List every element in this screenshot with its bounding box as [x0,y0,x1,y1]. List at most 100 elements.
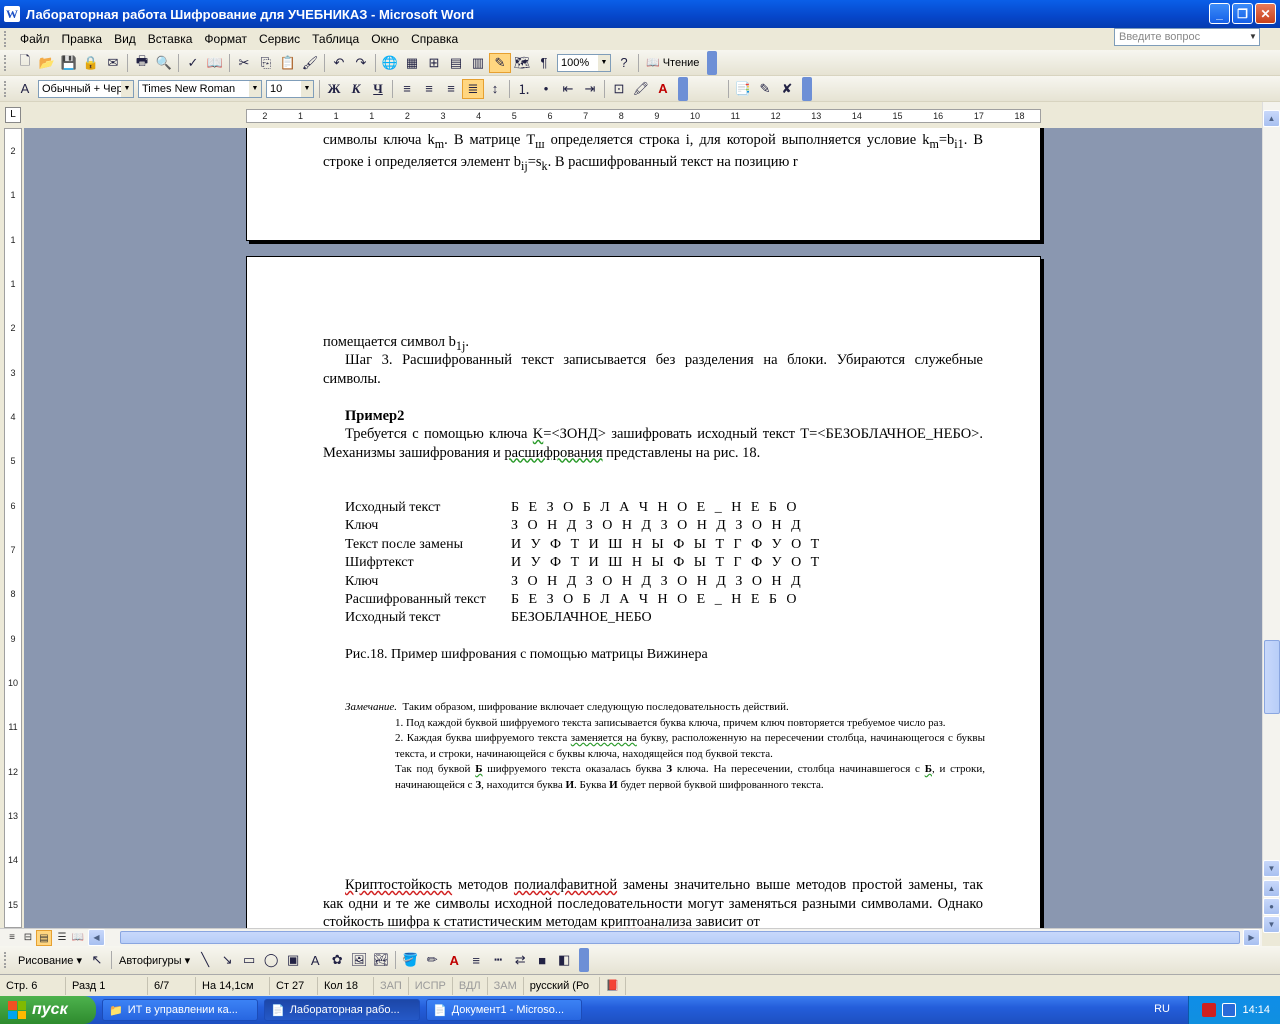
numbering-icon[interactable]: ⒈ [513,79,535,99]
oval-icon[interactable]: ◯ [260,950,282,970]
document-map-icon[interactable]: 🗺 [511,53,533,73]
open-folder-icon[interactable]: 📂 [36,53,58,73]
tables-borders-icon[interactable]: ▦ [401,53,423,73]
zoom-select[interactable]: 100% ▼ [557,53,611,72]
taskbar-item-active[interactable]: 📄 Лабораторная рабо... [264,999,420,1021]
menu-edit[interactable]: Правка [56,30,109,48]
print-preview-icon[interactable]: 🔍 [153,53,175,73]
taskbar-item[interactable]: 📁 ИТ в управлении ка... [102,999,258,1021]
scroll-up-icon[interactable]: ▲ [1263,110,1280,127]
web-view-icon[interactable]: ⊟ [20,930,36,946]
highlight-icon[interactable]: 🖍 [630,79,652,99]
textbox-icon[interactable]: ▣ [282,950,304,970]
toolbar-options-icon[interactable] [678,76,688,101]
antivirus-icon[interactable] [1202,1003,1217,1017]
spelling-icon[interactable]: ✓ [182,53,204,73]
paste-icon[interactable]: 📋 [277,53,299,73]
vertical-scrollbar[interactable]: ▲ ▼ ▲ ● ▼ [1262,102,1280,933]
figure-caption[interactable]: Рис.18. Пример шифрования с помощью матр… [345,647,708,663]
clock[interactable]: 14:14 [1242,1004,1270,1016]
reading-view-icon[interactable]: 📖 [70,930,86,946]
word-app-icon[interactable]: W [4,6,20,22]
undo-icon[interactable]: ↶ [328,53,350,73]
paragraph-step3[interactable]: Шаг 3. Расшифрованный текст записывается… [323,351,983,388]
dash-style-icon[interactable]: ┅ [487,950,509,970]
close-button[interactable]: ✕ [1255,3,1276,24]
scroll-thumb[interactable] [1264,640,1280,714]
taskbar-item[interactable]: 📄 Документ1 - Microso... [426,999,582,1021]
research-icon[interactable]: 📖 [204,53,226,73]
styles-icon[interactable]: A [14,79,36,99]
horizontal-scroll-thumb[interactable] [120,931,1240,944]
save-icon[interactable]: 💾 [58,53,80,73]
line-icon[interactable]: ╲ [194,950,216,970]
menu-insert[interactable]: Вставка [142,30,199,48]
chevron-down-icon[interactable]: ▼ [249,80,261,97]
menu-grip[interactable] [4,31,8,47]
decrease-indent-icon[interactable]: ⇤ [557,79,579,99]
page-previous[interactable]: символы ключа km. В матрице Tш определяе… [246,128,1041,241]
email-icon[interactable]: ✉ [102,53,124,73]
arrow-style-icon[interactable]: ⇄ [509,950,531,970]
page-current[interactable]: помещается символ b1j. Шаг 3. Расшифрова… [246,256,1041,928]
copy-icon[interactable]: ⎘ [255,53,277,73]
line-spacing-icon[interactable]: ↕ [484,79,506,99]
track-changes-icon[interactable]: ✎ [754,79,776,99]
menu-table[interactable]: Таблица [306,30,365,48]
paragraph-cryptostrength[interactable]: Криптостойкость методов полиалфавитной з… [323,876,983,928]
font-select[interactable]: Times New Roman ▼ [138,79,262,98]
insert-excel-icon[interactable]: ▤ [445,53,467,73]
ask-question-input[interactable]: Введите вопрос [1114,28,1260,46]
permission-icon[interactable]: 🔒 [80,53,102,73]
toolbar-options-icon[interactable] [707,50,718,75]
start-button[interactable]: пуск [0,996,96,1024]
menu-file[interactable]: Файл [14,30,56,48]
clipart-icon[interactable]: 🖼 [348,950,370,970]
new-document-icon[interactable]: 🗋 [14,53,36,73]
wordart-icon[interactable]: A [304,950,326,970]
font-color-icon[interactable]: A [443,950,465,970]
print-layout-icon[interactable]: ▤ [36,930,52,946]
review-icon[interactable]: 📑 [732,79,754,99]
redo-icon[interactable]: ↷ [350,53,372,73]
style-select[interactable]: Обычный + Чер ▼ [38,79,134,98]
example-title[interactable]: Пример2 [323,407,983,426]
diagram-icon[interactable]: ✿ [326,950,348,970]
rectangle-icon[interactable]: ▭ [238,950,260,970]
print-icon[interactable]: 🖶 [131,53,153,73]
increase-indent-icon[interactable]: ⇥ [579,79,601,99]
justify-icon[interactable]: ≣ [462,78,484,99]
insert-table-icon[interactable]: ⊞ [423,53,445,73]
scroll-left-icon[interactable]: ◀ [88,929,105,946]
minimize-button[interactable]: _ [1209,3,1230,24]
chevron-down-icon[interactable]: ▼ [598,54,610,71]
italic-icon[interactable]: К [345,79,367,99]
spelling-status-icon[interactable]: 📕 [600,976,627,995]
previous-page-icon[interactable]: ▲ [1263,880,1280,897]
fill-color-icon[interactable]: 🪣 [399,950,421,970]
align-center-icon[interactable]: ≡ [418,79,440,99]
chevron-down-icon[interactable]: ▼ [121,80,133,97]
normal-view-icon[interactable]: ≡ [4,930,20,946]
status-language[interactable]: русский (Ро [524,976,600,995]
reject-change-icon[interactable]: ✘ [776,79,798,99]
status-overtype[interactable]: ЗАМ [488,976,524,995]
document-area[interactable]: символы ключа km. В матрице Tш определяе… [24,128,1262,928]
underline-icon[interactable]: Ч [367,79,389,99]
draw-menu[interactable]: Рисование ▾ [14,954,86,967]
select-objects-icon[interactable]: ↖ [86,950,108,970]
drawing-icon[interactable]: ✎ [489,52,511,73]
scroll-down-icon[interactable]: ▼ [1263,860,1280,877]
picture-icon[interactable]: 🏞 [370,950,392,970]
browse-object-icon[interactable]: ● [1263,898,1280,915]
bold-icon[interactable]: Ж [323,79,345,99]
ask-dropdown-icon[interactable]: ▼ [1246,29,1260,45]
autoshapes-menu[interactable]: Автофигуры ▾ [115,954,194,967]
font-size-select[interactable]: 10 ▼ [266,79,314,98]
line-style-icon[interactable]: ≡ [465,950,487,970]
menu-view[interactable]: Вид [108,30,142,48]
menu-help[interactable]: Справка [405,30,464,48]
network-icon[interactable] [1222,1003,1237,1017]
note-block[interactable]: Замечание. Таким образом, шифрование вкл… [345,700,985,793]
reading-mode-button[interactable]: 📖 Чтение [642,56,703,70]
